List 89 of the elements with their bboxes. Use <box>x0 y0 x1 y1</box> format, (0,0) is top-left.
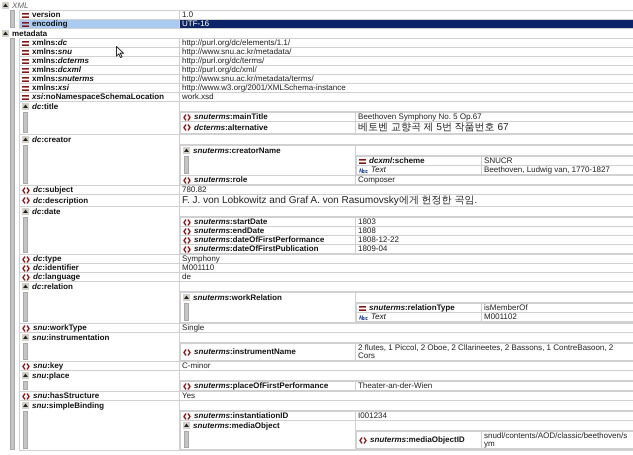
collapse-icon[interactable] <box>22 372 29 379</box>
equals-icon <box>22 68 29 72</box>
node-name: snuterms:dateOfFirstPublication <box>194 245 318 253</box>
node-name: snuterms:instantiationID <box>194 412 288 420</box>
node-name: dc:relation <box>32 282 73 290</box>
node-name: dcxml:scheme <box>369 157 425 165</box>
node-name: snu:hasStructure <box>33 392 100 400</box>
equals-icon <box>22 50 29 54</box>
node-name: snu:instrumentation <box>32 334 110 342</box>
node-name: snu:workType <box>33 324 87 332</box>
value-cell: UTF-16 <box>180 20 633 28</box>
braces-icon <box>183 218 191 226</box>
node-name: Text <box>371 313 386 321</box>
braces-icon <box>22 274 30 280</box>
collapse-icon[interactable] <box>2 2 9 9</box>
braces-icon <box>183 228 191 234</box>
node-name: snuterms:instrumentName <box>194 348 296 356</box>
text-node-icon <box>359 314 368 320</box>
node-name: snuterms:startDate <box>194 218 268 226</box>
braces-icon <box>22 256 30 262</box>
collapse-icon[interactable] <box>183 147 190 154</box>
equals-icon <box>22 58 29 64</box>
braces-icon <box>359 436 367 444</box>
braces-icon <box>22 362 30 370</box>
node-name: dc:description <box>33 196 88 204</box>
node-name: snu:key <box>33 362 64 370</box>
braces-icon <box>183 246 191 252</box>
collapse-icon[interactable] <box>22 283 29 290</box>
node-name: snuterms:mediaObjectID <box>370 436 465 444</box>
collapse-icon[interactable] <box>2 30 9 37</box>
braces-icon <box>22 197 30 204</box>
braces-icon <box>22 186 30 194</box>
node-name: xsi:noNamespaceSchemaLocation <box>32 93 164 101</box>
collapse-icon[interactable] <box>22 103 29 110</box>
collapse-icon[interactable] <box>22 136 29 143</box>
braces-icon <box>22 324 30 332</box>
node-name: snuterms:mediaObject <box>193 422 280 430</box>
node-name: snuterms:relationType <box>369 304 455 312</box>
node-name: snuterms:placeOfFirstPerformance <box>194 382 328 390</box>
equals-icon <box>22 76 29 82</box>
braces-icon <box>183 348 191 356</box>
equals-icon <box>22 86 29 90</box>
equals-icon <box>22 40 29 46</box>
collapse-icon[interactable] <box>22 402 29 409</box>
node-name: snuterms:creatorName <box>193 146 281 154</box>
node-name: Text <box>371 166 386 174</box>
collapse-icon[interactable] <box>183 422 190 429</box>
text-node-icon <box>359 168 368 172</box>
node-name: XML <box>12 2 28 10</box>
braces-icon <box>22 264 30 272</box>
equals-icon <box>359 158 366 164</box>
node-name: xmlns:dc <box>32 39 68 47</box>
node-name: version <box>32 11 60 19</box>
node-name: xmlns:xsi <box>32 84 69 92</box>
node-name: snuterms:endDate <box>194 227 264 235</box>
braces-icon <box>22 392 30 400</box>
node-name: dc:subject <box>33 186 74 194</box>
node-name: dc:type <box>33 255 62 263</box>
equals-icon <box>22 12 29 18</box>
equals-icon <box>359 306 366 310</box>
node-name: dc:title <box>32 102 58 110</box>
braces-icon <box>183 382 191 390</box>
collapse-icon[interactable] <box>22 334 29 341</box>
node-name: xmlns:dcterms <box>32 57 89 65</box>
node-name: snuterms:role <box>194 176 248 184</box>
equals-icon <box>22 94 29 100</box>
braces-icon <box>183 236 191 244</box>
node-name: snu:simpleBinding <box>32 402 104 410</box>
node-name: dcterms:alternative <box>194 124 268 132</box>
braces-icon <box>183 124 191 131</box>
node-name: xmlns:snu <box>32 48 72 56</box>
braces-icon <box>183 114 191 120</box>
node-name: snuterms:mainTitle <box>194 113 268 121</box>
collapse-icon[interactable] <box>183 294 190 301</box>
collapse-icon[interactable] <box>22 208 29 215</box>
equals-icon <box>22 22 29 26</box>
node-name: snuterms:dateOfFirstPerformance <box>194 236 324 244</box>
node-name: dc:date <box>32 208 60 216</box>
node-name: snuterms:workRelation <box>193 294 282 302</box>
node-name: xmlns:snuterms <box>32 75 94 83</box>
node-name: encoding <box>32 20 68 28</box>
node-name: dc:identifier <box>33 264 79 272</box>
node-name: dc:creator <box>32 136 72 144</box>
node-name: dc:language <box>33 273 80 281</box>
node-name: snu:place <box>32 372 70 380</box>
node-name: metadata <box>12 30 48 38</box>
node-name: xmlns:dcxml <box>32 66 81 74</box>
braces-icon <box>183 412 191 420</box>
braces-icon <box>183 176 191 184</box>
